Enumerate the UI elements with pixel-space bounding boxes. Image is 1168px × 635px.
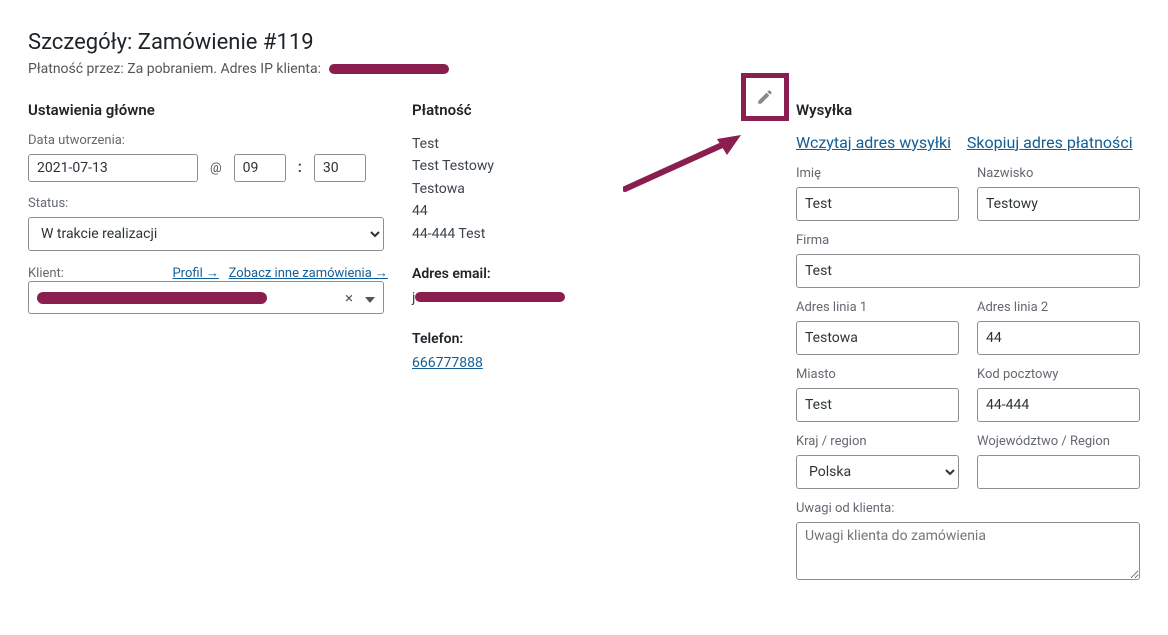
hour-input[interactable] <box>234 154 286 182</box>
date-input[interactable] <box>28 154 198 182</box>
client-clear-icon[interactable]: × <box>345 289 353 307</box>
addr2-label: Adres linia 2 <box>977 300 1140 315</box>
city-input[interactable] <box>796 388 959 422</box>
pencil-icon <box>756 88 774 106</box>
phone-link[interactable]: 666777888 <box>412 355 483 371</box>
billing-line5: 44-444 Test <box>412 223 772 245</box>
shipping-heading: Wysyłka <box>796 101 1140 119</box>
client-select[interactable]: × <box>28 281 384 314</box>
phone-label: Telefon: <box>412 328 772 350</box>
email-label: Adres email: <box>412 263 772 285</box>
billing-line3: Testowa <box>412 178 772 200</box>
addr2-input[interactable] <box>977 321 1140 355</box>
last-name-label: Nazwisko <box>977 166 1140 181</box>
minute-input[interactable] <box>314 154 366 182</box>
state-input[interactable] <box>977 455 1140 489</box>
client-label: Klient: <box>28 266 64 281</box>
postcode-label: Kod pocztowy <box>977 367 1140 382</box>
country-select[interactable]: Polska <box>796 455 959 489</box>
redacted-email <box>415 292 565 302</box>
profile-link[interactable]: Profil → <box>172 266 218 281</box>
status-select[interactable]: W trakcie realizacji <box>28 217 384 251</box>
payment-heading: Płatność <box>412 101 772 119</box>
notes-label: Uwagi od klienta: <box>796 501 1140 516</box>
last-name-input[interactable] <box>977 187 1140 221</box>
first-name-label: Imię <box>796 166 959 181</box>
edit-shipping-button[interactable] <box>741 73 789 121</box>
redacted-ip <box>329 64 449 74</box>
copy-billing-link[interactable]: Skopiuj adres płatności <box>967 133 1133 152</box>
billing-line4: 44 <box>412 200 772 222</box>
status-label: Status: <box>28 196 388 211</box>
payment-subtitle: Płatność przez: Za pobraniem. Adres IP k… <box>28 61 1140 77</box>
chevron-down-icon <box>365 288 375 307</box>
company-label: Firma <box>796 233 1140 248</box>
date-created-label: Data utworzenia: <box>28 133 388 148</box>
city-label: Miasto <box>796 367 959 382</box>
subtitle-text: Płatność przez: Za pobraniem. Adres IP k… <box>28 61 321 77</box>
billing-line2: Test Testowy <box>412 155 772 177</box>
page-title: Szczegóły: Zamówienie #119 <box>28 30 1140 55</box>
time-colon: : <box>298 157 302 176</box>
load-shipping-link[interactable]: Wczytaj adres wysyłki <box>796 133 951 152</box>
state-label: Województwo / Region <box>977 434 1140 449</box>
redacted-client <box>37 292 267 304</box>
other-orders-link[interactable]: Zobacz inne zamówienia → <box>229 266 388 281</box>
notes-textarea[interactable] <box>796 522 1140 580</box>
billing-email: j <box>412 287 772 309</box>
company-input[interactable] <box>796 254 1140 288</box>
addr1-label: Adres linia 1 <box>796 300 959 315</box>
first-name-input[interactable] <box>796 187 959 221</box>
postcode-input[interactable] <box>977 388 1140 422</box>
billing-line1: Test <box>412 133 772 155</box>
settings-heading: Ustawienia główne <box>28 101 388 119</box>
at-symbol: @ <box>210 161 222 176</box>
country-label: Kraj / region <box>796 434 959 449</box>
addr1-input[interactable] <box>796 321 959 355</box>
